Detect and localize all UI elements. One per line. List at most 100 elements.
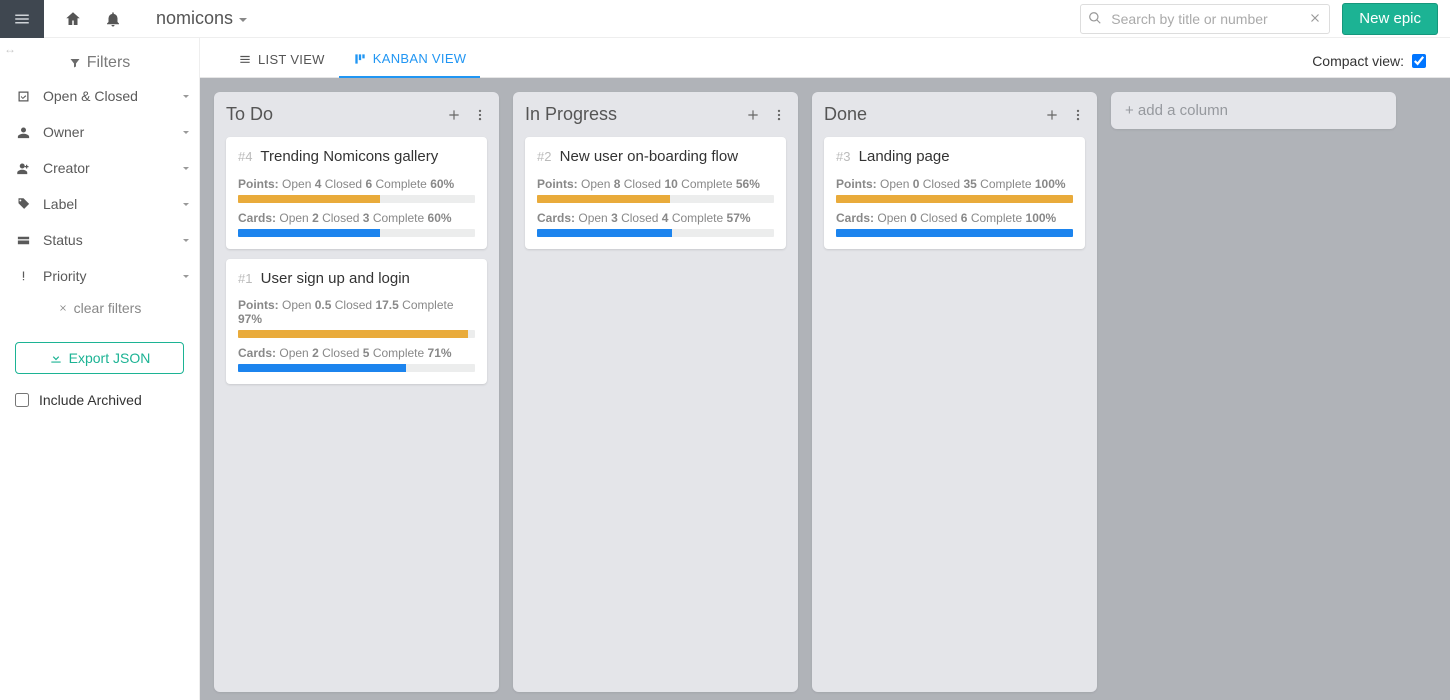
clear-search-icon[interactable] [1308,11,1322,25]
stat-closed: 6 [365,177,372,191]
kanban-icon [353,52,367,66]
filter-label[interactable]: Label [0,186,199,222]
more-vertical-icon[interactable] [473,108,487,122]
search-wrap [1080,4,1330,34]
stat-line-cards: Cards: Open 2 Closed 5 Complete 71% [238,346,475,360]
progress-bar-points [238,330,475,338]
stat-complete: 71% [428,346,452,360]
home-icon[interactable] [64,10,82,28]
card-number: #3 [836,149,850,164]
plus-icon[interactable] [746,108,760,122]
stat-closed: 4 [662,211,669,225]
kanban-card[interactable]: #3 Landing pagePoints: Open 0 Closed 35 … [824,137,1085,249]
card-number: #1 [238,271,252,286]
stat-complete: 56% [736,177,760,191]
card-icon [16,233,31,248]
progress-bar-points [238,195,475,203]
progress-bar-fill [836,195,1073,203]
caret-down-icon [183,95,189,98]
search-icon [1088,11,1102,25]
card-title-text: Landing page [859,148,950,165]
plus-icon[interactable] [1045,108,1059,122]
project-selector[interactable]: nomicons [156,8,247,29]
stat-closed: 5 [363,346,370,360]
progress-bar-cards [238,229,475,237]
tab-kanban-view[interactable]: KANBAN VIEW [339,41,481,78]
exclamation-icon [16,269,31,284]
filter-label: Owner [43,124,84,140]
sidebar: ↔ Filters Open & Closed Owner Creator La… [0,38,200,700]
search-input[interactable] [1080,4,1330,34]
tab-list-view[interactable]: LIST VIEW [224,42,339,77]
checkbox-icon [16,89,31,104]
stat-open-lbl: Open [877,211,906,225]
kanban-card[interactable]: #1 User sign up and login Points: Open 0.… [226,259,487,385]
column-header: To Do [226,104,487,125]
export-json-label: Export JSON [69,350,151,366]
stat-complete-lbl: Complete [373,346,424,360]
stat-complete: 100% [1035,177,1066,191]
bell-icon[interactable] [104,10,122,28]
stat-line-points: Points: Open 0.5 Closed 17.5 Complete 97… [238,298,475,326]
more-vertical-icon[interactable] [772,108,786,122]
progress-bar-fill [537,229,672,237]
stat-line-cards: Cards: Open 3 Closed 4 Complete 57% [537,211,774,225]
filter-label: Priority [43,268,87,284]
card-title: #4 Trending Nomicons gallery [238,147,475,167]
filter-creator[interactable]: Creator [0,150,199,186]
stat-open-lbl: Open [279,346,308,360]
clear-filters[interactable]: clear filters [0,294,199,332]
stat-line-cards: Cards: Open 2 Closed 3 Complete 60% [238,211,475,225]
stat-complete-lbl: Complete [672,211,723,225]
stat-closed: 10 [664,177,677,191]
topbar-left: nomicons [44,8,267,29]
filter-status[interactable]: Status [0,222,199,258]
card-title: #1 User sign up and login [238,269,475,289]
stat-open-lbl: Open [282,298,311,312]
hamburger-menu[interactable] [0,0,44,38]
add-column-button[interactable]: + add a column [1111,92,1396,129]
stat-closed-lbl: Closed [325,177,362,191]
column-header: Done [824,104,1085,125]
stat-closed-lbl: Closed [920,211,957,225]
stat-line-cards: Cards: Open 0 Closed 6 Complete 100% [836,211,1073,225]
progress-bar-cards [836,229,1073,237]
caret-down-icon [183,239,189,242]
new-epic-button[interactable]: New epic [1342,3,1438,35]
include-archived-label: Include Archived [39,392,142,408]
progress-bar-fill [238,364,406,372]
compact-view-toggle[interactable]: Compact view: [1312,53,1450,77]
export-json-button[interactable]: Export JSON [15,342,184,374]
compact-view-checkbox[interactable] [1412,54,1426,68]
column-header: In Progress [525,104,786,125]
sidebar-collapse-handle[interactable]: ↔ [4,42,17,56]
stat-open: 4 [315,177,322,191]
kanban-card[interactable]: #4 Trending Nomicons galleryPoints: Open… [226,137,487,249]
card-title-text: User sign up and login [261,270,410,287]
stat-open-lbl: Open [581,177,610,191]
filter-priority[interactable]: Priority [0,258,199,294]
stat-label: Cards: [238,211,276,225]
clear-filters-label: clear filters [74,300,142,316]
kanban-column: To Do#4 Trending Nomicons galleryPoints:… [214,92,499,692]
stat-closed: 6 [961,211,968,225]
kanban-card[interactable]: #2 New user on-boarding flowPoints: Open… [525,137,786,249]
stat-complete: 100% [1026,211,1057,225]
caret-down-icon [183,167,189,170]
column-title: In Progress [525,104,746,125]
download-icon [49,351,63,365]
progress-bar-fill [238,229,380,237]
card-title-text: Trending Nomicons gallery [260,148,438,165]
stat-line-points: Points: Open 8 Closed 10 Complete 56% [537,177,774,191]
filter-open-closed[interactable]: Open & Closed [0,78,199,114]
include-archived[interactable]: Include Archived [0,384,199,416]
include-archived-checkbox[interactable] [15,393,29,407]
stat-closed: 3 [363,211,370,225]
stat-closed-lbl: Closed [335,298,372,312]
filter-owner[interactable]: Owner [0,114,199,150]
plus-icon[interactable] [447,108,461,122]
caret-down-icon [183,275,189,278]
stat-label: Points: [238,298,279,312]
more-vertical-icon[interactable] [1071,108,1085,122]
stat-complete-lbl: Complete [681,177,732,191]
